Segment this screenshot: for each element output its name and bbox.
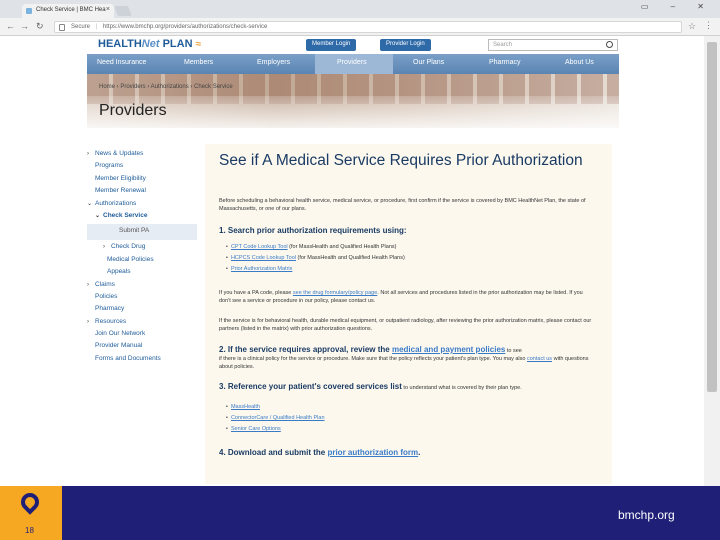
nav-about-us[interactable]: About Us (565, 59, 594, 66)
pa-code-paragraph: If you have a PA code, please see the dr… (219, 290, 583, 304)
sidebar-item-authorizations[interactable]: ⌄ Authorizations (87, 200, 197, 212)
logo-text-health: HEALTH (98, 38, 142, 50)
list-item: HCPCS Code Lookup Tool (for MassHealth a… (231, 255, 405, 266)
reload-icon[interactable]: ↻ (36, 21, 44, 32)
nav-employers[interactable]: Employers (257, 59, 290, 66)
list-item: ConnectorCare / Qualified Health Plan (231, 415, 325, 426)
site-search-input[interactable]: Search (488, 39, 618, 51)
browser-menu-icon[interactable]: ⋮ (704, 20, 713, 31)
page-title: Providers (99, 102, 167, 119)
sidebar-item-news[interactable]: › News & Updates (87, 150, 197, 162)
medical-policies-link[interactable]: medical and payment policies (392, 345, 505, 354)
url-text: https://www.bmchp.org/providers/authoriz… (102, 24, 268, 30)
logo-text-plan: PLAN (159, 38, 193, 50)
footer-accent-block: 18 (0, 486, 62, 540)
tab-title: Check Service | BMC Hea (36, 7, 106, 13)
sidebar-item-appeals[interactable]: Appeals (87, 268, 197, 280)
webpage: HEALTHNet PLAN ≈ Member Login Provider L… (0, 36, 704, 486)
masshealth-link[interactable]: MassHealth (231, 404, 260, 410)
step-4-heading: 4. Download and submit the prior authori… (219, 448, 421, 457)
nav-members[interactable]: Members (184, 59, 213, 66)
sidebar-item-submit-pa[interactable]: Submit PA (87, 224, 197, 241)
list-item: MassHealth (231, 404, 325, 415)
nav-providers[interactable]: Providers (337, 59, 367, 66)
hcpcs-lookup-link[interactable]: HCPCS Code Lookup Tool (231, 255, 296, 261)
search-icon[interactable] (606, 41, 613, 48)
sidebar-item-member-renewal[interactable]: Member Renewal (87, 187, 197, 199)
sidebar-item-claims[interactable]: › Claims (87, 281, 197, 293)
nav-need-insurance[interactable]: Need Insurance (97, 59, 146, 66)
member-login-button[interactable]: Member Login (306, 39, 357, 51)
sidebar-item-provider-manual[interactable]: Provider Manual (87, 342, 197, 354)
close-tab-icon[interactable]: × (106, 6, 110, 13)
pa-matrix-link[interactable]: Prior Authorization Matrix (231, 266, 292, 272)
main-navigation: Need Insurance Members Employers Provide… (87, 54, 619, 74)
slide-number: 18 (25, 526, 34, 535)
content-heading: See if A Medical Service Requires Prior … (219, 152, 583, 169)
sidebar-item-check-drug[interactable]: › Check Drug (87, 243, 197, 255)
slide-footer: 18 bmchp.org (0, 486, 720, 540)
location-pin-icon (17, 489, 43, 515)
step-3-heading: 3. Reference your patient's covered serv… (219, 382, 522, 391)
behavioral-health-paragraph: If the service is for behavioral health,… (219, 318, 592, 332)
chevron-right-icon: › (87, 281, 89, 288)
contact-us-link[interactable]: contact us (527, 356, 552, 362)
cpt-lookup-link[interactable]: CPT Code Lookup Tool (231, 244, 288, 250)
back-icon[interactable]: ← (6, 21, 15, 31)
url-input[interactable]: Secure | https://www.bmchp.org/providers… (54, 21, 682, 33)
sidebar-item-join-network[interactable]: Join Our Network (87, 330, 197, 342)
scrollbar-thumb[interactable] (707, 42, 717, 392)
step-3-links: MassHealth ConnectorCare / Qualified Hea… (231, 404, 325, 437)
nav-our-plans[interactable]: Our Plans (413, 59, 444, 66)
intro-paragraph: Before scheduling a behavioral health se… (219, 198, 586, 212)
url-secure-label: Secure (71, 24, 91, 30)
step-1-links: CPT Code Lookup Tool (for MassHealth and… (231, 244, 405, 277)
bookmark-star-icon[interactable]: ☆ (688, 21, 696, 32)
sidebar-item-policies[interactable]: Policies (87, 293, 197, 305)
chevron-right-icon: › (103, 244, 105, 251)
address-bar: ← → ↻ Secure | https://www.bmchp.org/pro… (0, 18, 720, 36)
provider-login-button[interactable]: Provider Login (380, 39, 431, 51)
sidebar-item-pharmacy[interactable]: Pharmacy (87, 305, 197, 317)
sidebar: › News & Updates Programs Member Eligibil… (87, 150, 197, 367)
sidebar-item-resources[interactable]: › Resources (87, 318, 197, 330)
formulary-link[interactable]: see the drug formulary/policy page (293, 290, 377, 296)
nav-pharmacy[interactable]: Pharmacy (489, 59, 521, 66)
footer-brand: bmchp.org (618, 508, 675, 522)
lock-icon (59, 24, 65, 31)
chevron-down-icon: ⌄ (95, 212, 101, 219)
step-2-body: if there is a clinical policy for the se… (219, 356, 589, 370)
list-item: Senior Care Options (231, 426, 325, 437)
chevron-down-icon: ⌄ (87, 200, 93, 207)
search-placeholder: Search (493, 42, 513, 48)
chevron-right-icon: › (87, 318, 89, 325)
new-tab-button[interactable] (114, 6, 132, 16)
sidebar-item-check-service[interactable]: ⌄ Check Service (87, 212, 197, 224)
connectorcare-link[interactable]: ConnectorCare / Qualified Health Plan (231, 415, 325, 421)
main-content: See if A Medical Service Requires Prior … (205, 144, 612, 484)
sidebar-item-member-eligibility[interactable]: Member Eligibility (87, 175, 197, 187)
browser-tab[interactable]: Check Service | BMC Hea × (22, 4, 114, 18)
chevron-right-icon: › (87, 151, 89, 157)
list-item: CPT Code Lookup Tool (for MassHealth and… (231, 244, 405, 255)
step-1-heading: 1. Search prior authorization requiremen… (219, 226, 407, 235)
senior-care-link[interactable]: Senior Care Options (231, 426, 281, 432)
step-2-heading: 2. If the service requires approval, rev… (219, 345, 522, 354)
logo-text-net: Net (141, 38, 160, 50)
hero-banner: Home › Providers › Authorizations › Chec… (87, 74, 619, 128)
sidebar-item-programs[interactable]: Programs (87, 162, 197, 174)
logo-swoosh-icon: ≈ (195, 39, 202, 50)
pa-form-link[interactable]: prior authorization form (327, 448, 418, 457)
breadcrumb[interactable]: Home › Providers › Authorizations › Chec… (99, 84, 233, 90)
favicon-icon (26, 8, 32, 14)
list-item: Prior Authorization Matrix (231, 266, 405, 277)
sidebar-item-forms[interactable]: Forms and Documents (87, 355, 197, 367)
sidebar-item-medical-policies[interactable]: Medical Policies (87, 256, 197, 268)
site-logo[interactable]: HEALTHNet PLAN ≈ (98, 38, 201, 50)
page-scrollbar[interactable] (704, 36, 720, 486)
browser-titlebar: Check Service | BMC Hea × ▭ – ✕ (0, 0, 720, 18)
forward-icon[interactable]: → (20, 21, 29, 31)
window-controls[interactable]: ▭ – ✕ (641, 2, 714, 11)
